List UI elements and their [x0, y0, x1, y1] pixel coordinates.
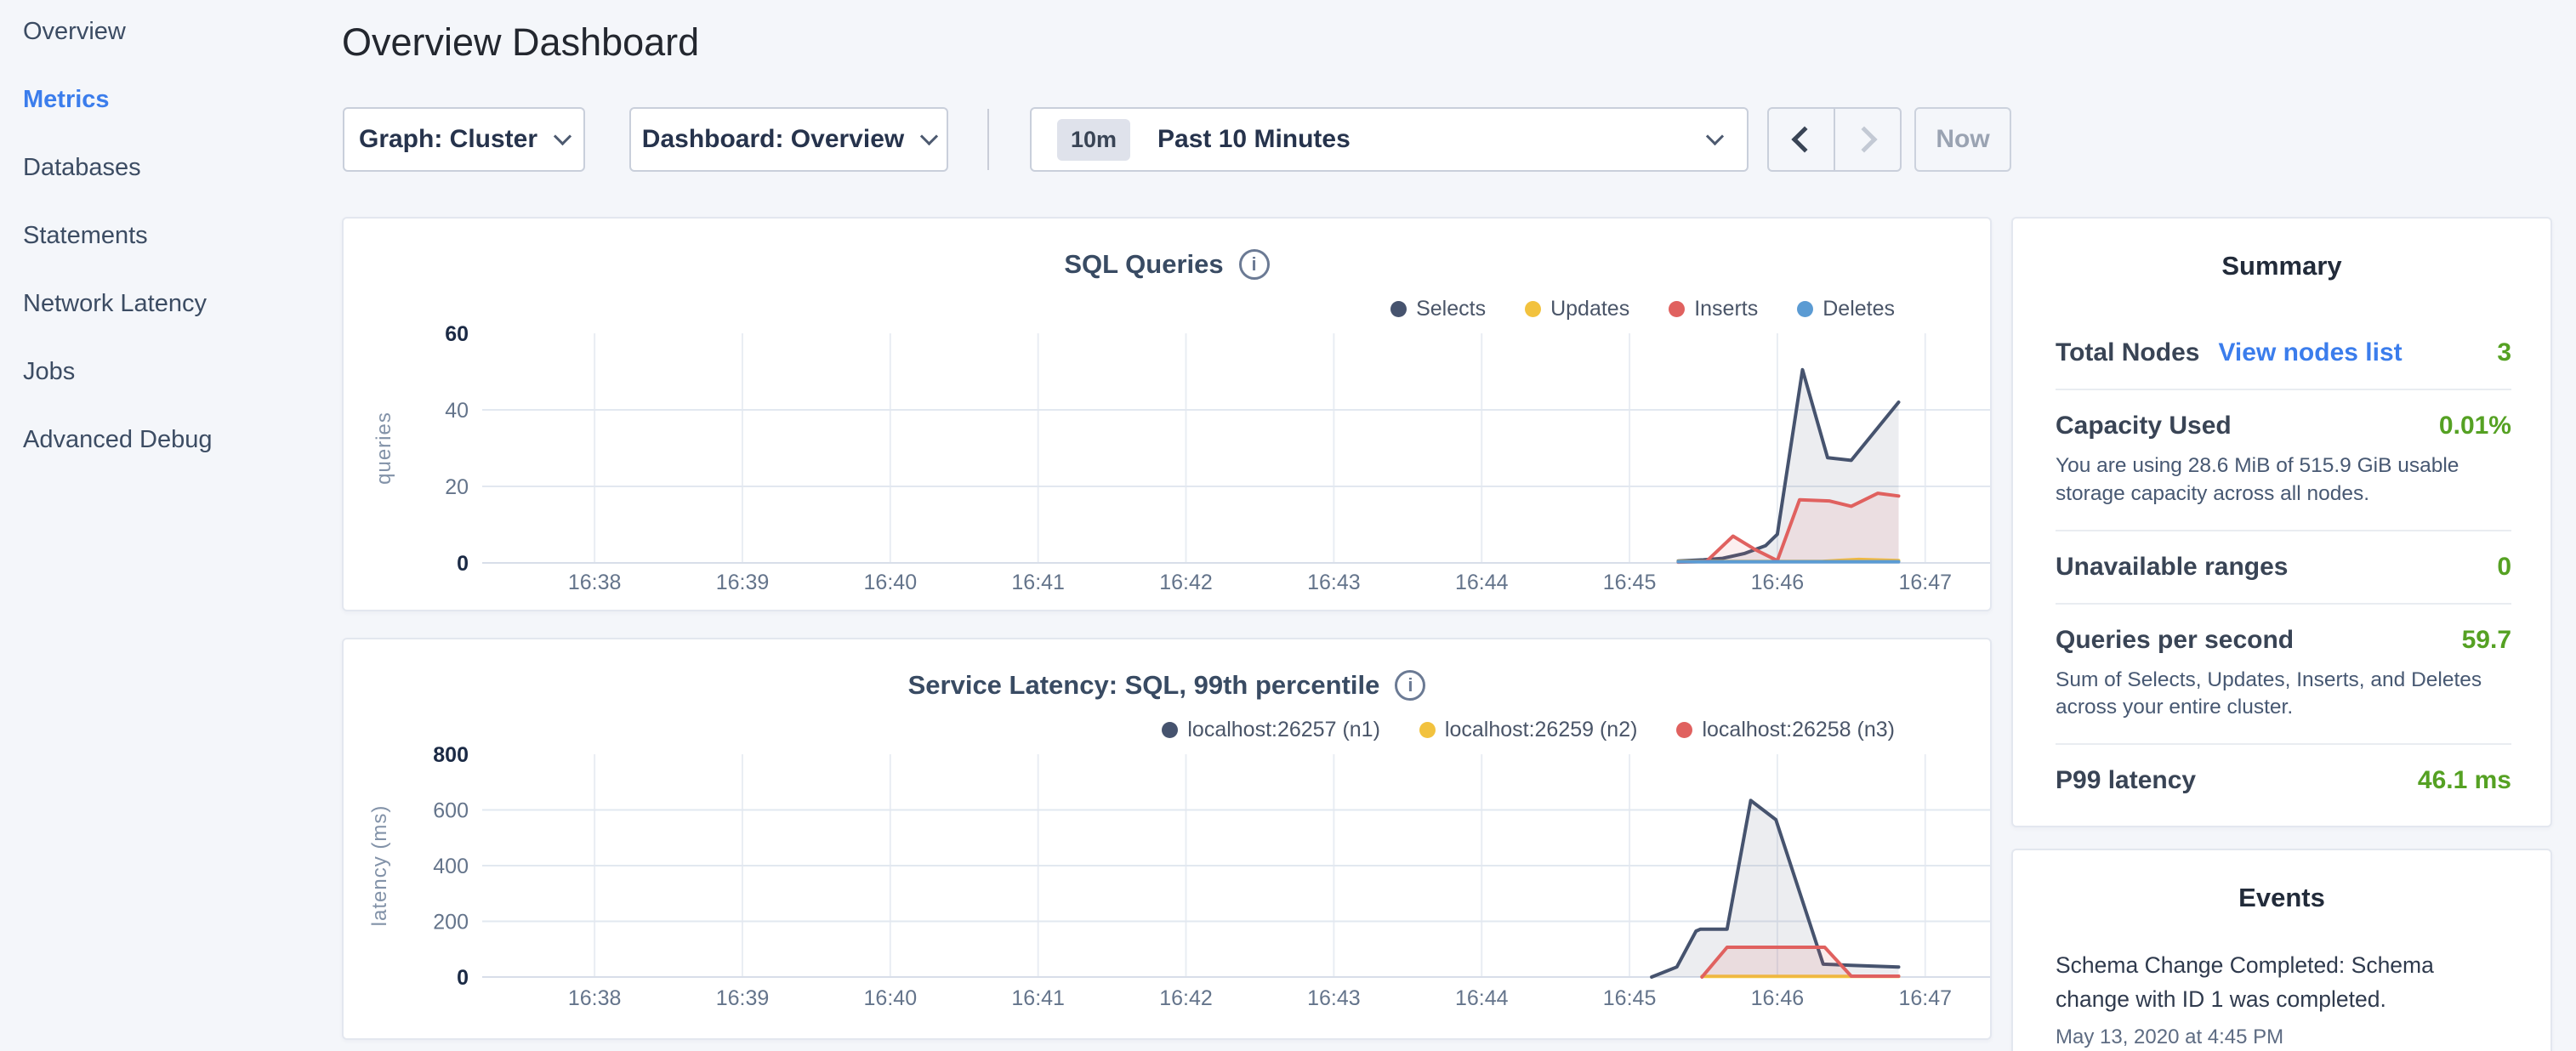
summary-row-queries-per-second: Queries per second 59.7 Sum of Selects, …: [2056, 605, 2511, 746]
summary-row-capacity-used: Capacity Used 0.01% You are using 28.6 M…: [2056, 390, 2511, 531]
svg-text:16:40: 16:40: [864, 986, 918, 1010]
dashboard-dropdown[interactable]: Dashboard: Overview: [629, 107, 948, 172]
svg-text:16:46: 16:46: [1751, 986, 1805, 1010]
summary-label: Total Nodes: [2056, 338, 2199, 367]
chevron-down-icon: [554, 127, 571, 145]
summary-title: Summary: [2013, 251, 2550, 281]
summary-value: 46.1 ms: [2418, 766, 2511, 795]
time-window-badge: 10m: [1057, 119, 1130, 161]
svg-text:16:43: 16:43: [1307, 986, 1361, 1010]
page-title: Overview Dashboard: [342, 20, 699, 65]
summary-row-total-nodes: Total Nodes View nodes list 3: [2056, 317, 2511, 390]
svg-text:16:42: 16:42: [1159, 571, 1213, 594]
svg-text:16:47: 16:47: [1898, 986, 1952, 1010]
summary-row-p99-latency: P99 latency 46.1 ms: [2056, 745, 2511, 816]
chevron-down-icon: [920, 127, 938, 145]
sql-queries-chart: 16:38 16:39 16:40 16:41 16:42 16:43 16:44 16:45…: [344, 219, 1990, 610]
summary-description: Sum of Selects, Updates, Inserts, and De…: [2056, 667, 2508, 723]
svg-text:16:38: 16:38: [568, 571, 622, 594]
summary-panel: Summary Total Nodes View nodes list 3 Ca…: [2011, 217, 2552, 827]
sidebar-item-jobs[interactable]: Jobs: [23, 338, 304, 406]
svg-text:0: 0: [457, 552, 469, 576]
sidebar: Overview Metrics Databases Statements Ne…: [23, 0, 304, 474]
page: Overview Metrics Databases Statements Ne…: [0, 0, 2576, 1051]
svg-text:400: 400: [433, 855, 469, 878]
svg-text:16:46: 16:46: [1751, 571, 1805, 594]
event-text: Schema Change Completed: Schema change w…: [2056, 949, 2455, 1017]
svg-text:60: 60: [445, 322, 469, 346]
time-window-selector[interactable]: 10m Past 10 Minutes: [1030, 107, 1749, 172]
summary-value: 0.01%: [2439, 412, 2511, 440]
chevron-down-icon: [1706, 127, 1724, 145]
time-back-button[interactable]: [1769, 109, 1835, 170]
summary-description: You are using 28.6 MiB of 515.9 GiB usab…: [2056, 452, 2508, 508]
svg-text:latency (ms): latency (ms): [368, 805, 391, 927]
svg-text:16:39: 16:39: [716, 571, 770, 594]
svg-text:40: 40: [445, 399, 469, 423]
svg-text:16:38: 16:38: [568, 986, 622, 1010]
service-latency-chart-card: Service Latency: SQL, 99th percentile lo…: [342, 638, 1992, 1040]
summary-value: 59.7: [2462, 626, 2511, 655]
summary-value: 3: [2497, 338, 2511, 367]
time-window-label: Past 10 Minutes: [1157, 125, 1351, 154]
svg-text:16:45: 16:45: [1603, 571, 1657, 594]
svg-text:16:44: 16:44: [1455, 986, 1509, 1010]
summary-label: Unavailable ranges: [2056, 553, 2288, 582]
svg-text:0: 0: [457, 966, 469, 990]
svg-text:200: 200: [433, 911, 469, 935]
svg-text:16:39: 16:39: [716, 986, 770, 1010]
sidebar-item-network-latency[interactable]: Network Latency: [23, 270, 304, 338]
chevron-left-icon: [1791, 126, 1817, 152]
svg-text:800: 800: [433, 743, 469, 767]
sidebar-item-statements[interactable]: Statements: [23, 202, 304, 270]
sql-queries-chart-card: SQL Queries Selects Updates Inserts Dele…: [342, 217, 1992, 611]
view-nodes-list-link[interactable]: View nodes list: [2218, 338, 2402, 367]
now-button[interactable]: Now: [1914, 107, 2011, 172]
svg-text:16:44: 16:44: [1455, 571, 1509, 594]
svg-text:queries: queries: [372, 412, 395, 485]
event-item[interactable]: Schema Change Completed: Schema change w…: [2056, 949, 2508, 1049]
dashboard-dropdown-label: Dashboard: Overview: [642, 125, 904, 154]
svg-text:20: 20: [445, 475, 469, 499]
svg-text:600: 600: [433, 799, 469, 823]
event-timestamp: May 13, 2020 at 4:45 PM: [2056, 1025, 2508, 1049]
svg-text:16:45: 16:45: [1603, 986, 1657, 1010]
graph-scope-dropdown[interactable]: Graph: Cluster: [343, 107, 585, 172]
sidebar-item-advanced-debug[interactable]: Advanced Debug: [23, 406, 304, 474]
svg-text:16:41: 16:41: [1011, 571, 1065, 594]
svg-text:16:40: 16:40: [864, 571, 918, 594]
sidebar-item-metrics[interactable]: Metrics: [23, 65, 304, 134]
svg-text:16:41: 16:41: [1011, 986, 1065, 1010]
service-latency-chart: 16:38 16:39 16:40 16:41 16:42 16:43 16:44 16:45…: [344, 639, 1990, 1038]
time-step-buttons: [1767, 107, 1902, 172]
events-title: Events: [2013, 883, 2550, 913]
chevron-right-icon: [1851, 126, 1877, 152]
events-panel: Events Schema Change Completed: Schema c…: [2011, 849, 2552, 1051]
graph-scope-dropdown-label: Graph: Cluster: [359, 125, 537, 154]
summary-body: Total Nodes View nodes list 3 Capacity U…: [2056, 317, 2511, 816]
summary-row-unavailable-ranges: Unavailable ranges 0: [2056, 531, 2511, 605]
svg-text:16:47: 16:47: [1898, 571, 1952, 594]
sidebar-item-databases[interactable]: Databases: [23, 134, 304, 202]
sidebar-item-overview[interactable]: Overview: [23, 0, 304, 65]
summary-label: P99 latency: [2056, 766, 2196, 795]
summary-value: 0: [2497, 553, 2511, 582]
svg-text:16:42: 16:42: [1159, 986, 1213, 1010]
summary-label: Capacity Used: [2056, 412, 2232, 440]
toolbar-divider: [987, 109, 989, 170]
svg-text:16:43: 16:43: [1307, 571, 1361, 594]
time-forward-button[interactable]: [1835, 109, 1900, 170]
summary-label: Queries per second: [2056, 626, 2294, 655]
